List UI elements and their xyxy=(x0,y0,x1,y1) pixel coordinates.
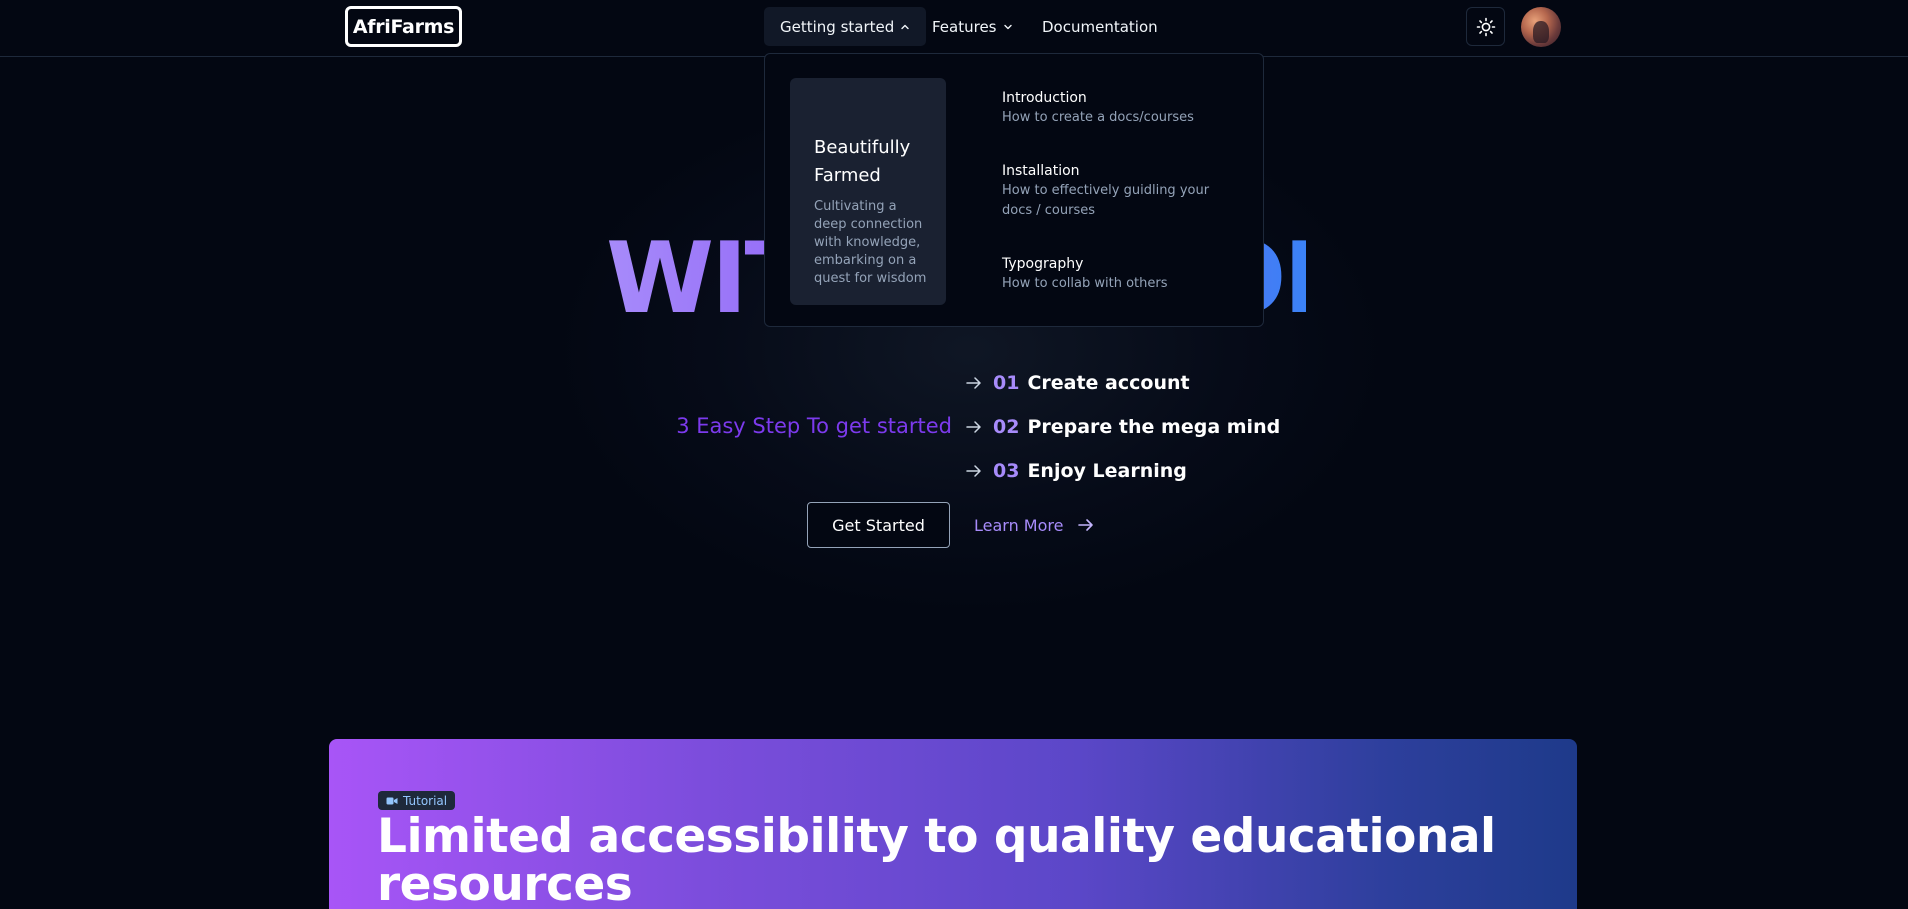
arrow-right-icon xyxy=(966,377,981,389)
site-logo[interactable]: AfriFarms xyxy=(345,6,462,47)
dropdown-link-title: Typography xyxy=(1002,256,1084,272)
nav-features[interactable]: Features xyxy=(916,7,1029,46)
dropdown-link-description: How to create a docs/courses xyxy=(1002,110,1194,125)
sun-icon xyxy=(1476,17,1495,36)
chevron-down-icon xyxy=(1003,24,1012,29)
step-item: 02 Prepare the mega mind xyxy=(965,412,1280,442)
video-camera-icon xyxy=(386,797,398,804)
tutorial-badge-label: Tutorial xyxy=(403,793,448,808)
nav-documentation[interactable]: Documentation xyxy=(1026,7,1174,46)
step-item: 03 Enjoy Learning xyxy=(965,456,1187,486)
step-item: 01 Create account xyxy=(965,368,1190,398)
step-number: 02 xyxy=(993,416,1020,438)
get-started-button[interactable]: Get Started xyxy=(807,502,950,548)
nav-getting-started[interactable]: Getting started xyxy=(764,7,927,46)
tutorial-banner[interactable]: Tutorial Limited accessibility to qualit… xyxy=(329,739,1577,909)
dropdown-link-introduction[interactable]: Introduction How to create a docs/course… xyxy=(1002,88,1242,128)
nav-getting-started-label: Getting started xyxy=(780,17,895,36)
dropdown-link-description: How to collab with others xyxy=(1002,276,1168,291)
nav-documentation-label: Documentation xyxy=(1042,17,1158,36)
dropdown-link-description: How to effectively guidling your docs / … xyxy=(1002,183,1210,218)
banner-title: Limited accessibility to quality educati… xyxy=(377,809,1496,909)
dropdown-link-title: Introduction xyxy=(1002,90,1087,106)
feature-card-title: Beautifully Farmed xyxy=(814,137,911,186)
learn-more-label: Learn More xyxy=(974,515,1064,535)
dropdown-link-installation[interactable]: Installation How to effectively guidling… xyxy=(1002,161,1242,221)
steps-label: 3 Easy Step To get started xyxy=(676,414,952,438)
step-number: 03 xyxy=(993,460,1020,482)
chevron-up-icon xyxy=(901,24,909,29)
getting-started-dropdown: Beautifully Farmed Cultivating a deep co… xyxy=(764,53,1264,327)
arrow-right-icon xyxy=(966,421,981,433)
step-text: Enjoy Learning xyxy=(1027,460,1187,482)
dropdown-link-title: Installation xyxy=(1002,163,1080,179)
learn-more-link[interactable]: Learn More xyxy=(974,510,1095,540)
feature-card-description: Cultivating a deep connection with knowl… xyxy=(814,199,927,286)
feature-card[interactable]: Beautifully Farmed Cultivating a deep co… xyxy=(790,78,946,305)
arrow-right-icon xyxy=(966,465,981,477)
dropdown-link-typography[interactable]: Typography How to collab with others xyxy=(1002,254,1242,294)
user-avatar[interactable] xyxy=(1521,7,1561,47)
step-text: Prepare the mega mind xyxy=(1027,416,1281,438)
tutorial-badge: Tutorial xyxy=(378,791,456,810)
theme-toggle-button[interactable] xyxy=(1466,7,1505,46)
step-number: 01 xyxy=(993,372,1020,394)
nav-features-label: Features xyxy=(932,17,997,36)
step-text: Create account xyxy=(1027,372,1190,394)
arrow-right-icon xyxy=(1078,519,1094,531)
top-navbar: AfriFarms Getting started Features Docum… xyxy=(0,0,1908,57)
